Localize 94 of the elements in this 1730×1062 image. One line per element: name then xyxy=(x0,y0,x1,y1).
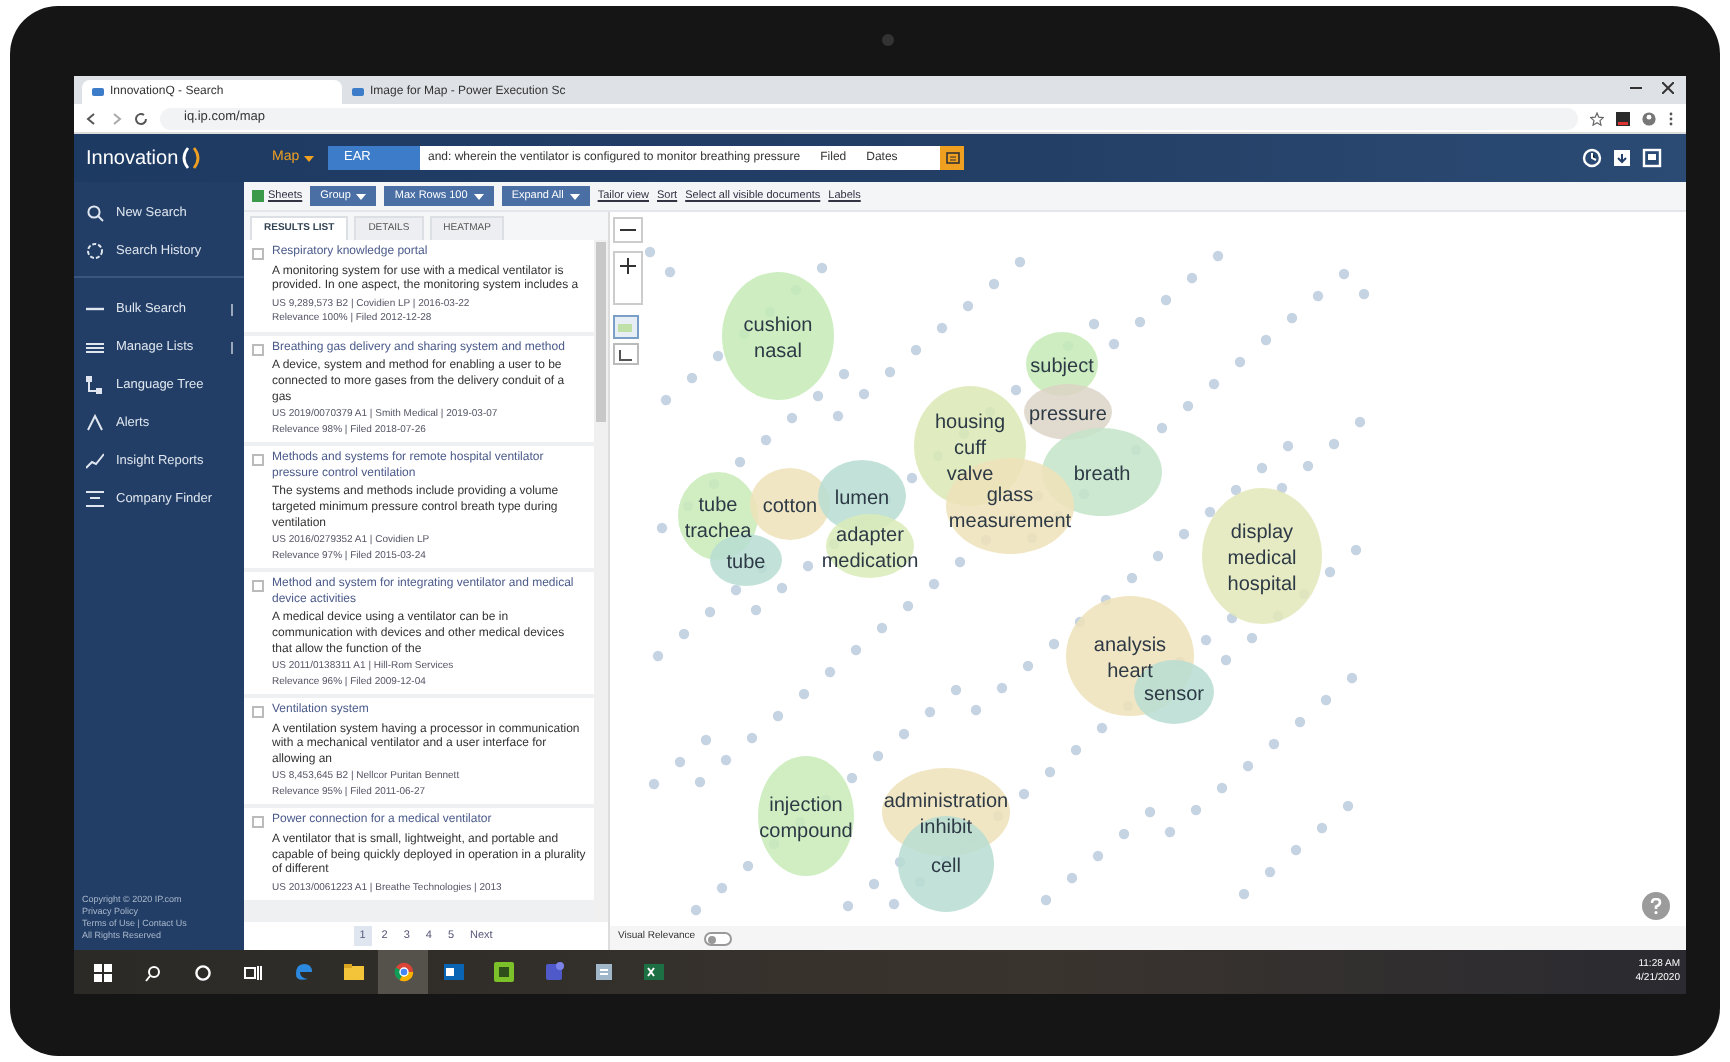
circle-icon[interactable] xyxy=(194,963,212,981)
extension-icon[interactable] xyxy=(1616,111,1630,125)
nav-icon xyxy=(86,338,104,356)
cluster-area[interactable] xyxy=(826,514,914,578)
nav-icon xyxy=(86,490,104,508)
caret-icon xyxy=(473,193,484,199)
profile-icon[interactable] xyxy=(1642,111,1656,125)
cluster-label[interactable]: valve xyxy=(946,464,994,486)
reload-icon[interactable] xyxy=(134,111,148,125)
cluster-area[interactable] xyxy=(946,458,1074,554)
cluster-label[interactable]: display xyxy=(1230,522,1294,544)
cluster-label[interactable]: cushion xyxy=(743,315,813,337)
minimize-icon[interactable] xyxy=(1630,81,1642,93)
close-icon[interactable] xyxy=(1662,81,1674,93)
export-icon[interactable] xyxy=(1642,148,1662,168)
result-checkbox[interactable] xyxy=(252,343,264,356)
help-button[interactable] xyxy=(1642,892,1670,920)
expand-icon xyxy=(228,303,236,315)
cluster-label[interactable]: measurement xyxy=(948,511,1072,533)
start-icon[interactable] xyxy=(94,963,112,981)
legend-icon[interactable] xyxy=(613,343,639,365)
cluster-label[interactable]: glass xyxy=(986,485,1034,507)
result-checkbox[interactable] xyxy=(252,706,264,719)
cluster-label[interactable]: adapter xyxy=(836,525,904,547)
caret-icon xyxy=(356,193,367,199)
cluster-label[interactable]: subject xyxy=(1030,356,1094,378)
scroll-thumb[interactable] xyxy=(596,242,606,422)
cluster-label[interactable]: trachea xyxy=(684,521,752,543)
spreadsheet-icon xyxy=(643,962,663,982)
cluster-label[interactable]: pressure xyxy=(1029,404,1107,426)
cluster-label[interactable]: administration xyxy=(883,791,1009,813)
zoom-out-icon[interactable] xyxy=(613,217,643,243)
mail-icon xyxy=(443,962,463,982)
page-icon xyxy=(352,86,364,98)
search-icon xyxy=(945,152,959,164)
nav-icon xyxy=(86,204,104,222)
cluster-label[interactable]: cuff xyxy=(954,438,986,460)
nav-icon xyxy=(86,414,104,432)
result-checkbox[interactable] xyxy=(252,248,264,260)
zoom-in-icon[interactable] xyxy=(613,251,643,305)
nav-icon xyxy=(86,452,104,470)
cluster-label[interactable]: heart xyxy=(1107,661,1153,683)
cluster-area[interactable] xyxy=(710,534,782,586)
search-icon[interactable] xyxy=(144,963,162,981)
cluster-area[interactable] xyxy=(722,272,834,400)
cluster-label[interactable]: breath xyxy=(1073,464,1131,486)
cluster-label[interactable]: injection xyxy=(769,795,843,817)
cluster-label[interactable]: tube xyxy=(698,495,738,517)
logo-mark-icon xyxy=(180,146,203,170)
cluster-label[interactable]: inhibit xyxy=(919,817,973,839)
cluster-label[interactable]: medication xyxy=(821,551,919,573)
nav-icon xyxy=(86,242,104,260)
browser-icon xyxy=(393,962,413,982)
cluster-label[interactable]: hospital xyxy=(1227,574,1297,596)
back-icon[interactable] xyxy=(86,111,98,125)
search-button[interactable] xyxy=(940,146,964,170)
history-icon[interactable] xyxy=(1582,148,1602,168)
cluster-label[interactable]: sensor xyxy=(1144,684,1204,706)
cluster-label[interactable]: cell xyxy=(931,856,961,878)
cluster-label[interactable]: cotton xyxy=(762,496,818,518)
result-checkbox[interactable] xyxy=(252,580,264,593)
camera-icon xyxy=(882,34,894,46)
notes-icon xyxy=(593,962,613,982)
expand-icon xyxy=(228,341,236,353)
scrollbar[interactable] xyxy=(594,240,608,922)
caret-icon xyxy=(569,193,580,199)
browser-icon xyxy=(293,962,313,982)
cluster-label[interactable]: lumen xyxy=(834,488,890,510)
thumbnail-icon[interactable] xyxy=(613,315,639,339)
nav-icon xyxy=(86,376,104,394)
caret-icon xyxy=(303,155,314,161)
cluster-area[interactable] xyxy=(898,816,994,912)
cluster-label[interactable]: analysis xyxy=(1093,635,1167,657)
cluster-label[interactable]: compound xyxy=(759,821,853,843)
result-checkbox[interactable] xyxy=(252,454,264,467)
cluster-label[interactable]: tube xyxy=(726,552,766,574)
cluster-label[interactable]: medical xyxy=(1227,548,1297,570)
question-icon xyxy=(1650,898,1662,914)
logo-text: Innovation xyxy=(86,145,179,173)
result-checkbox[interactable] xyxy=(252,816,264,829)
cluster-label[interactable]: nasal xyxy=(754,341,802,363)
relevance-toggle[interactable] xyxy=(703,931,732,945)
download-icon[interactable] xyxy=(1612,148,1632,168)
page-icon xyxy=(92,86,104,98)
chat-icon xyxy=(543,962,563,982)
cluster-area[interactable] xyxy=(758,756,854,876)
task-view-icon[interactable] xyxy=(244,963,262,981)
folder-icon xyxy=(343,962,363,982)
recorder-icon xyxy=(493,962,513,982)
menu-icon[interactable] xyxy=(1668,111,1674,125)
sheet-icon xyxy=(252,190,264,202)
star-icon[interactable] xyxy=(1590,111,1604,125)
cluster-label[interactable]: housing xyxy=(934,412,1006,434)
cluster-area[interactable] xyxy=(1202,488,1322,624)
